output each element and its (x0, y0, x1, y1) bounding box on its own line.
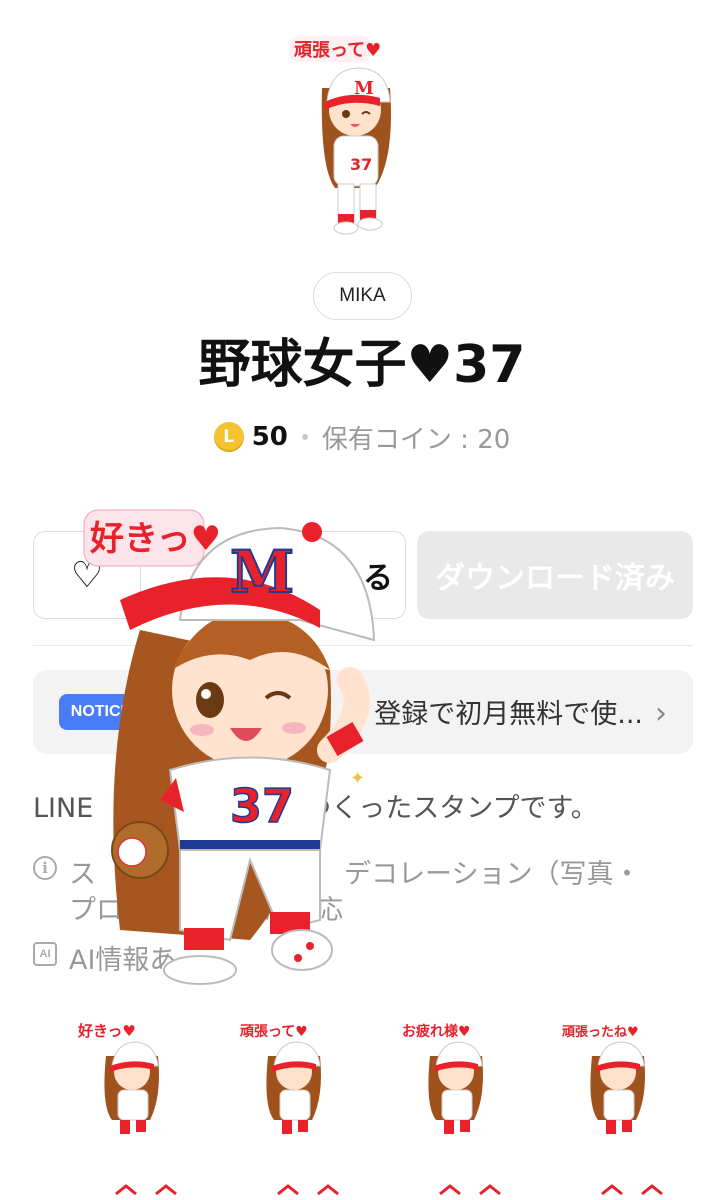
sticker-grid-item-8[interactable] (582, 1180, 692, 1200)
price-row: L 50 保有コイン : 20 (0, 417, 724, 457)
hero-sticker-caption: 頑張って♥ (293, 40, 381, 61)
download-button-label: ダウンロード済み (435, 561, 675, 596)
line-coin-icon: L (213, 422, 244, 452)
creator-chip[interactable]: MIKA (313, 272, 412, 320)
sticker-grid-item-5[interactable] (96, 1180, 206, 1200)
svg-text:M: M (230, 538, 294, 606)
price-amount: 50 (251, 422, 288, 452)
chevron-right-icon: › (655, 696, 667, 731)
hero-sticker-image: 頑張って♥ M 37 (280, 28, 430, 238)
sticker-grid-item-7[interactable] (420, 1180, 530, 1200)
sticker-grid-item-4[interactable]: 頑張ったね♥ (562, 1016, 672, 1141)
svg-text:M: M (354, 78, 374, 99)
sticker-grid-item-2[interactable]: 頑張って♥ (238, 1016, 348, 1141)
sticker-grid-item-1[interactable]: 好きっ♥ (76, 1016, 186, 1141)
info-circle-icon: i (33, 856, 57, 880)
separator-dot (301, 434, 308, 440)
svg-text:37: 37 (230, 779, 294, 833)
ai-badge-icon: AI (33, 942, 57, 966)
grid-caption-1: 好きっ♥ (77, 1022, 136, 1040)
svg-text:37: 37 (350, 155, 372, 174)
sticker-grid-item-3[interactable]: お疲れ様♥ (400, 1016, 510, 1141)
held-coins: 保有コイン : 20 (321, 424, 511, 455)
grid-caption-2: 頑張って♥ (239, 1024, 308, 1040)
grid-caption-4: 頑張ったね♥ (562, 1025, 639, 1040)
sticker-preview-overlay[interactable]: 好きっ♥ M 37 ✦ (80, 500, 400, 990)
sticker-title: 野球女子♥37 (198, 335, 526, 395)
download-button[interactable]: ダウンロード済み (417, 531, 693, 619)
svg-text:✦: ✦ (350, 768, 365, 789)
preview-caption: 好きっ♥ (89, 519, 221, 559)
grid-caption-3: お疲れ様♥ (402, 1023, 471, 1040)
sticker-grid-item-6[interactable] (258, 1180, 368, 1200)
